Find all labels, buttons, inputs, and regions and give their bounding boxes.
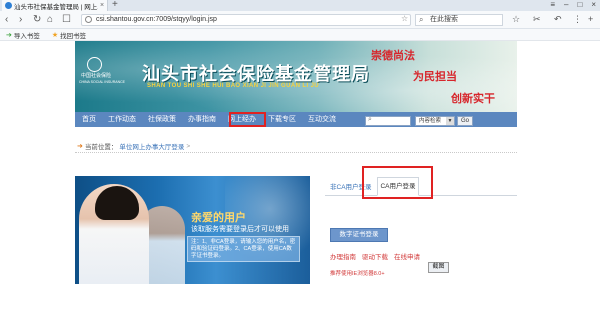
- bookmarks-bar: ➔ 导入书签 ★ 找回书签: [0, 29, 600, 41]
- security-icon: [85, 16, 92, 23]
- undo-icon[interactable]: ↶: [554, 14, 562, 25]
- breadcrumb-separator: >: [186, 142, 191, 150]
- online-apply-link[interactable]: 在线申请: [394, 251, 420, 261]
- search-engine-icon: ⌕: [419, 15, 424, 24]
- driver-download-link[interactable]: 驱动下载: [362, 251, 388, 261]
- active-nav-highlight: [229, 112, 266, 127]
- forward-icon[interactable]: ›: [19, 14, 22, 25]
- search-icon: ⌕: [368, 116, 372, 123]
- window-controls: ≡ – □ ×: [550, 0, 596, 9]
- menu-icon[interactable]: ≡: [550, 0, 555, 9]
- operator-figure: [79, 184, 149, 284]
- search-type-value: 内容检索: [419, 118, 442, 124]
- address-toolbar: ‹ › ↻ ⌂ ☐ csi.shantou.gov.cn:7009/stqyy/…: [0, 11, 600, 29]
- social-insurance-emblem-icon: [87, 57, 102, 72]
- divider: [75, 152, 517, 153]
- help-links: 办理指南 驱动下载 在线申请: [330, 251, 420, 261]
- breadcrumb-prefix: 当前位置：: [84, 144, 118, 151]
- bookmark-star-icon[interactable]: ☆: [401, 14, 408, 23]
- nav-policy[interactable]: 社保政策: [142, 112, 182, 127]
- chevron-down-icon: ▼: [446, 117, 454, 125]
- browser-search-input[interactable]: ⌕ 在此搜索: [415, 14, 503, 26]
- new-tab-icon[interactable]: +: [112, 0, 118, 10]
- guide-link[interactable]: 办理指南: [330, 251, 356, 261]
- certificate-login-button[interactable]: 数字证书登录: [330, 228, 388, 242]
- nav-downloads[interactable]: 下载专区: [262, 112, 302, 127]
- slogan: 崇德尚法: [371, 50, 415, 62]
- slogan: 创新实干: [451, 93, 495, 105]
- promo-note: 注：1、非CA登录，请输入您的用户名，密码和验证码登录。2、CA登录，使用CA数…: [187, 236, 300, 262]
- banner-pinyin: SHAN TOU SHI SHE HUI BAO XIAN JI JIN GUA…: [147, 83, 320, 89]
- home-icon[interactable]: ⌂: [47, 14, 53, 25]
- back-icon[interactable]: ‹: [5, 14, 8, 25]
- ca-tab-highlight: [362, 166, 433, 199]
- site-search-input[interactable]: ⌕: [365, 116, 411, 126]
- breadcrumb: ➜ 当前位置： 单位网上办事大厅登录 >: [77, 141, 191, 152]
- breadcrumb-link[interactable]: 单位网上办事大厅登录: [119, 141, 184, 151]
- arrow-icon: ➜: [77, 143, 83, 150]
- browser-tab-bar: 汕头市社保基金管理局 | 网上... × + ≡ – □ ×: [0, 0, 600, 11]
- browser-tab[interactable]: 汕头市社保基金管理局 | 网上... ×: [2, 0, 108, 11]
- promo-title: 亲爱的用户: [191, 212, 246, 224]
- operator-hair: [95, 186, 139, 220]
- browser-recommendation: 推荐使用IE浏览器8.0+: [330, 271, 385, 277]
- nav-interaction[interactable]: 互动交流: [302, 112, 342, 127]
- more-icon[interactable]: ⋮: [573, 14, 582, 25]
- import-icon: ➔: [6, 31, 12, 39]
- nav-work-news[interactable]: 工作动态: [102, 112, 142, 127]
- bookmark-label: 找回书签: [60, 32, 87, 40]
- url-text: csi.shantou.gov.cn:7009/stqyy/login.jsp: [96, 16, 217, 23]
- nav-home[interactable]: 首页: [75, 112, 102, 127]
- close-window-icon[interactable]: ×: [591, 0, 596, 9]
- search-go-button[interactable]: Go: [457, 116, 473, 126]
- site-favicon-icon: [5, 2, 12, 9]
- bookmark-label: 导入书签: [13, 32, 40, 40]
- promo-subtitle: 该取服务需要登录后才可以使用: [191, 226, 289, 233]
- screenshot-button[interactable]: 截图: [428, 262, 449, 273]
- url-field[interactable]: csi.shantou.gov.cn:7009/stqyy/login.jsp: [81, 14, 411, 26]
- cut-icon[interactable]: ✂: [533, 14, 541, 25]
- favorites-icon[interactable]: ☆: [512, 14, 520, 25]
- site-banner: 中国社会保险 CHINA SOCIAL INSURANCE 汕头市社会保险基金管…: [75, 41, 517, 112]
- reload-icon[interactable]: ↻: [33, 14, 41, 25]
- browser-tab-title: 汕头市社保基金管理局 | 网上...: [14, 3, 98, 11]
- browser-search-placeholder: 在此搜索: [430, 16, 458, 23]
- add-icon[interactable]: +: [588, 14, 593, 24]
- maximize-icon[interactable]: □: [577, 0, 582, 9]
- org-name-en: CHINA SOCIAL INSURANCE: [79, 80, 125, 84]
- search-type-select[interactable]: 内容检索 ▼: [415, 116, 455, 126]
- bookmark-recover[interactable]: ★ 找回书签: [52, 30, 86, 40]
- slogan: 为民担当: [413, 71, 457, 83]
- apps-icon[interactable]: ☐: [62, 14, 71, 25]
- star-icon: ★: [51, 31, 59, 39]
- bookmark-import[interactable]: ➔ 导入书签: [6, 30, 40, 40]
- nav-guide[interactable]: 办事指南: [182, 112, 222, 127]
- minimize-icon[interactable]: –: [564, 0, 568, 9]
- org-name: 中国社会保险: [81, 73, 112, 79]
- tab-close-icon[interactable]: ×: [98, 2, 106, 9]
